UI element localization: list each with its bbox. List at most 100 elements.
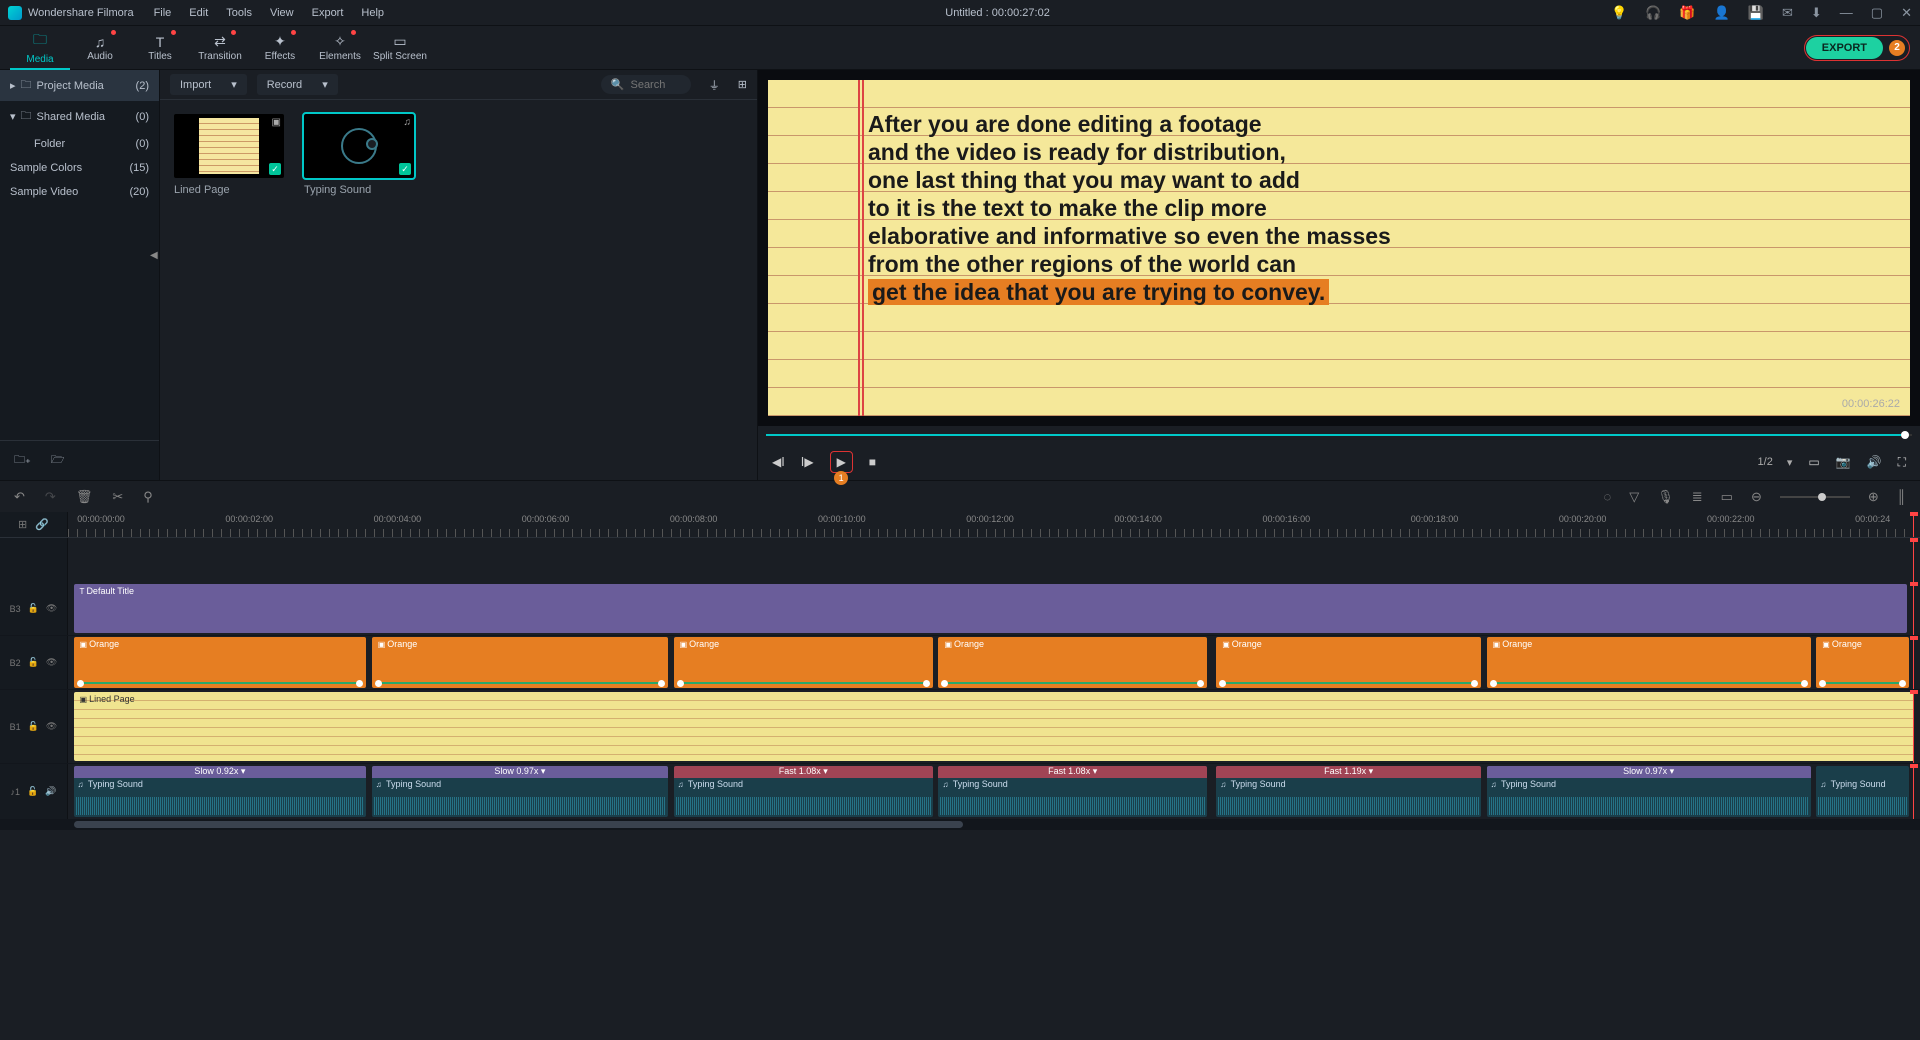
lock-icon[interactable]: 🔓 <box>27 786 38 797</box>
undo-icon[interactable]: ↶ <box>14 489 25 505</box>
tab-splitscreen[interactable]: ▭Split Screen <box>370 26 430 70</box>
minimize-icon[interactable]: — <box>1840 5 1853 20</box>
zoom-slider[interactable] <box>1780 496 1850 498</box>
zoom-fit-icon[interactable]: ║ <box>1897 489 1906 504</box>
track-head-audio[interactable]: ♪1🔓🔊 <box>0 764 68 819</box>
collapse-sidebar-icon[interactable]: ◀ <box>150 250 158 261</box>
hscroll-thumb[interactable] <box>74 821 963 828</box>
gift-icon[interactable]: 🎁 <box>1679 5 1695 21</box>
next-frame-button[interactable]: Ⅰ▶ <box>801 455 814 469</box>
menu-help[interactable]: Help <box>361 7 384 19</box>
mail-icon[interactable]: ✉ <box>1782 5 1793 21</box>
tab-media[interactable]: 🗀Media <box>10 26 70 70</box>
audio-clip[interactable]: Slow 0.92x ▾♫ Typing Sound <box>74 766 367 817</box>
close-icon[interactable]: ✕ <box>1901 5 1912 21</box>
grid-view-icon[interactable]: ⊞ <box>738 78 747 91</box>
audio-clip[interactable]: Fast 1.08x ▾♫ Typing Sound <box>938 766 1207 817</box>
display-icon[interactable]: ▭ <box>1808 455 1819 469</box>
overlay-clip[interactable]: ▣Orange <box>372 637 668 688</box>
save-icon[interactable]: 💾 <box>1748 5 1764 21</box>
ruler-scale[interactable]: 00:00:00:00 00:00:02:00 00:00:04:00 00:0… <box>68 512 1920 537</box>
split-icon[interactable]: ✂ <box>112 489 123 505</box>
track-head-b2[interactable]: B2🔓👁 <box>0 636 68 689</box>
menu-file[interactable]: File <box>154 7 172 19</box>
play-button[interactable]: ▶1 <box>830 451 853 473</box>
search-box[interactable]: 🔍 <box>601 75 691 94</box>
media-item-typing-sound[interactable]: ♫✓ Typing Sound <box>304 114 414 196</box>
redo-icon[interactable]: ↷ <box>45 489 56 505</box>
render-icon[interactable]: ◌ <box>1604 489 1612 504</box>
title-clip[interactable]: TDefault Title <box>74 584 1907 633</box>
overlay-clip[interactable]: ▣Orange <box>1487 637 1811 688</box>
overlay-clip[interactable]: ▣Orange <box>1216 637 1481 688</box>
tips-icon[interactable]: 💡 <box>1611 5 1627 21</box>
speaker-icon[interactable]: 🔊 <box>45 786 56 797</box>
visibility-icon[interactable]: 👁 <box>46 657 57 668</box>
tab-transition[interactable]: ⇄Transition <box>190 26 250 70</box>
scrubber-thumb[interactable] <box>1901 431 1909 439</box>
headset-icon[interactable]: 🎧 <box>1645 5 1661 21</box>
overlay-clip[interactable]: ▣Orange <box>938 637 1207 688</box>
overlay-clip[interactable]: ▣Orange <box>74 637 367 688</box>
zoom-in-icon[interactable]: ⊕ <box>1868 489 1879 505</box>
open-folder-icon[interactable]: 🗁 <box>51 451 65 470</box>
stop-button[interactable]: ■ <box>869 455 876 469</box>
tab-elements[interactable]: ✧Elements <box>310 26 370 70</box>
tab-audio[interactable]: ♫Audio <box>70 26 130 70</box>
export-button[interactable]: EXPORT <box>1806 37 1883 59</box>
lock-icon[interactable]: 🔓 <box>28 721 39 732</box>
account-icon[interactable]: 👤 <box>1714 5 1730 21</box>
sidebar-item-shared-media[interactable]: ▾🗀Shared Media(0) <box>0 101 159 132</box>
adjust-icon[interactable]: ⚲ <box>143 489 153 505</box>
prev-frame-button[interactable]: ◀Ⅰ <box>772 455 785 469</box>
audio-clip[interactable]: Slow 0.97x ▾♫ Typing Sound <box>372 766 668 817</box>
marker-icon[interactable]: ▽ <box>1629 489 1639 505</box>
overlay-clip[interactable]: ▣Orange <box>674 637 933 688</box>
filter-icon[interactable]: ⏚ <box>709 77 720 93</box>
track-head-b1[interactable]: B1🔓👁 <box>0 690 68 763</box>
import-dropdown[interactable]: Import▾ <box>170 74 247 95</box>
visibility-icon[interactable]: 👁 <box>46 603 57 614</box>
lock-icon[interactable]: 🔓 <box>28 603 39 614</box>
zoom-out-icon[interactable]: ⊖ <box>1751 489 1762 505</box>
track-head-b3[interactable]: B3🔓👁 <box>0 582 68 635</box>
download-icon[interactable]: ⬇ <box>1811 5 1822 21</box>
new-folder-icon[interactable]: 🗀₊ <box>14 451 31 470</box>
manage-tracks-icon[interactable]: ⊞ <box>18 518 27 531</box>
visibility-icon[interactable]: 👁 <box>46 721 57 732</box>
voiceover-icon[interactable]: 🎙 <box>1657 489 1674 505</box>
link-icon[interactable]: 🔗 <box>35 518 49 531</box>
mixer-icon[interactable]: ≣ <box>1692 489 1703 505</box>
menu-export[interactable]: Export <box>312 7 344 19</box>
audio-clip[interactable]: ♫ Typing Sound <box>1816 766 1909 817</box>
sidebar-item-sample-colors[interactable]: Sample Colors(15) <box>0 156 159 180</box>
fullscreen-icon[interactable]: ⛶ <box>1898 455 1906 470</box>
snapshot-icon[interactable]: 📷 <box>1836 455 1851 469</box>
crop-icon[interactable]: ▭ <box>1721 489 1733 505</box>
sidebar-item-folder[interactable]: Folder(0) <box>0 132 159 156</box>
overlay-clip[interactable]: ▣Orange <box>1816 637 1909 688</box>
sidebar-item-sample-video[interactable]: Sample Video(20) <box>0 180 159 204</box>
audio-clip[interactable]: Fast 1.08x ▾♫ Typing Sound <box>674 766 933 817</box>
menu-view[interactable]: View <box>270 7 294 19</box>
menu-tools[interactable]: Tools <box>226 7 252 19</box>
preview-ratio-select[interactable]: 1/2▾ <box>1758 456 1793 469</box>
tab-titles[interactable]: TTitles <box>130 26 190 70</box>
tab-effects[interactable]: ✦Effects <box>250 26 310 70</box>
media-item-lined-page[interactable]: ▣✓ Lined Page <box>174 114 284 196</box>
video-clip[interactable]: ▣Lined Page <box>74 692 1915 761</box>
volume-icon[interactable]: 🔊 <box>1867 455 1882 469</box>
tab-label: Elements <box>319 51 361 62</box>
delete-icon[interactable]: 🗑 <box>76 489 93 505</box>
lock-icon[interactable]: 🔓 <box>28 657 39 668</box>
menu-edit[interactable]: Edit <box>189 7 208 19</box>
sidebar-item-project-media[interactable]: ▸🗀Project Media(2) <box>0 70 159 101</box>
playhead[interactable] <box>1913 512 1914 537</box>
record-dropdown[interactable]: Record▾ <box>257 74 338 95</box>
timeline-hscroll[interactable] <box>0 820 1920 830</box>
search-input[interactable] <box>630 79 680 91</box>
audio-clip[interactable]: Slow 0.97x ▾♫ Typing Sound <box>1487 766 1811 817</box>
maximize-icon[interactable]: ▢ <box>1871 5 1883 21</box>
preview-scrubber[interactable]: { } <box>766 428 1912 442</box>
audio-clip[interactable]: Fast 1.19x ▾♫ Typing Sound <box>1216 766 1481 817</box>
